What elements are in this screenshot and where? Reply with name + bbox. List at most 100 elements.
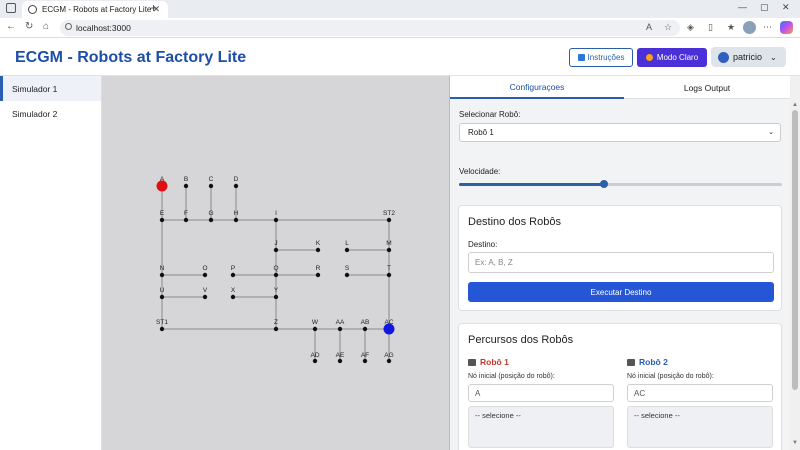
refresh-icon[interactable]: ↻ [25, 21, 33, 32]
scroll-up-icon[interactable]: ▲ [792, 102, 798, 108]
browser-tab[interactable]: ECGM - Robots at Factory Lite ✕ [22, 1, 168, 18]
home-icon[interactable]: ⌂ [43, 21, 49, 32]
routes-card-title: Percursos dos Robôs [468, 334, 574, 346]
new-tab-icon[interactable]: + [150, 1, 157, 15]
sidebar-item-label: Simulador 1 [12, 83, 58, 94]
slider-knob[interactable] [600, 180, 609, 188]
graph-node-ST2[interactable] [386, 217, 392, 223]
url-text: localhost:3000 [76, 23, 131, 33]
back-icon[interactable]: ← [6, 21, 16, 32]
graph-node-J[interactable] [273, 247, 279, 253]
graph-node-Y[interactable] [273, 294, 279, 300]
robot-1-route-select-placeholder: -- selecione -- [475, 411, 521, 420]
graph-node-V[interactable] [202, 294, 208, 300]
graph-node-U[interactable] [159, 294, 165, 300]
graph-node-B[interactable] [183, 183, 189, 189]
sidebar-item-simulador-1[interactable]: Simulador 1 [0, 76, 101, 101]
graph-node-label-M: M [386, 240, 391, 247]
graph-node-label-L: L [345, 240, 349, 247]
graph-node-label-Z: Z [274, 319, 278, 326]
graph-node-D[interactable] [233, 183, 239, 189]
instructions-button[interactable]: Instruções [569, 48, 633, 67]
graph-node-W[interactable] [312, 326, 318, 332]
graph-node-AD[interactable] [312, 358, 318, 364]
extensions-icon[interactable]: ◈ [687, 22, 694, 33]
favorites-icon[interactable]: ★ [727, 22, 735, 33]
graph-node-label-ST2: ST2 [383, 210, 395, 217]
simulator-canvas[interactable]: A B C D E F G H I ST2 J K L M N O P Q R S T U V X Y ST1 Z W AA AB AC AD… [102, 76, 450, 450]
split-screen-icon[interactable]: ▯ [708, 22, 713, 33]
graph-node-Z[interactable] [273, 326, 279, 332]
graph-node-label-B: B [184, 176, 188, 183]
robot-marker-1[interactable] [156, 180, 168, 192]
graph-node-label-AF: AF [361, 352, 369, 359]
graph-node-C[interactable] [208, 183, 214, 189]
panel-scrollbar[interactable]: ▲ ▼ [790, 76, 800, 450]
destination-input[interactable]: Ex: A, B, Z [468, 252, 774, 273]
book-icon [577, 54, 585, 61]
tab-configuracoes[interactable]: Configuraçoes [450, 76, 624, 99]
globe-icon [28, 5, 37, 14]
destination-input-placeholder: Ex: A, B, Z [475, 258, 513, 267]
config-panel: Configuraçoes Logs Output Selecionar Rob… [450, 76, 800, 450]
robot-select[interactable]: Robô 1 ⌄ [459, 123, 781, 142]
graph-node-K[interactable] [315, 247, 321, 253]
graph-node-AE[interactable] [337, 358, 343, 364]
more-options-icon[interactable]: ⋯ [763, 22, 772, 33]
maximize-icon[interactable]: ▢ [760, 2, 769, 13]
execute-destination-label: Executar Destino [590, 287, 652, 297]
read-aloud-icon[interactable]: A [646, 22, 652, 32]
scroll-down-icon[interactable]: ▼ [792, 440, 798, 446]
graph-node-AF[interactable] [362, 358, 368, 364]
favorite-star-icon[interactable]: ☆ [664, 22, 672, 33]
graph-node-label-I: I [275, 210, 277, 217]
graph-node-label-AB: AB [361, 319, 370, 326]
graph-node-AG[interactable] [386, 358, 392, 364]
robot-2-start-value: AC [634, 388, 646, 398]
user-name: patricio [733, 52, 763, 62]
scrollbar-thumb[interactable] [792, 110, 798, 390]
close-window-icon[interactable]: ✕ [782, 2, 790, 13]
graph-node-ST1[interactable] [159, 326, 165, 332]
robot-marker-2[interactable] [383, 323, 395, 335]
graph-node-T[interactable] [386, 272, 392, 278]
graph-node-AB[interactable] [362, 326, 368, 332]
speed-label: Velocidade: [459, 167, 501, 176]
profile-avatar-icon[interactable] [743, 21, 756, 34]
graph-node-I[interactable] [273, 217, 279, 223]
graph-node-G[interactable] [208, 217, 214, 223]
speed-slider[interactable] [459, 180, 782, 188]
graph-node-X[interactable] [230, 294, 236, 300]
sidebar-item-simulador-2[interactable]: Simulador 2 [0, 101, 101, 126]
tab-logs-output[interactable]: Logs Output [624, 76, 790, 99]
graph-node-label-R: R [316, 265, 321, 272]
graph-node-M[interactable] [386, 247, 392, 253]
robot-1-route-select[interactable]: -- selecione -- [468, 406, 614, 448]
execute-destination-button[interactable]: Executar Destino [468, 282, 774, 302]
graph-node-F[interactable] [183, 217, 189, 223]
graph-node-AA[interactable] [337, 326, 343, 332]
site-info-icon[interactable] [65, 23, 72, 30]
robot-2-route-select[interactable]: -- selecione -- [627, 406, 773, 448]
graph-node-E[interactable] [159, 217, 165, 223]
chevron-down-icon: ⌄ [768, 129, 774, 136]
graph-node-R[interactable] [315, 272, 321, 278]
tab-actions-icon[interactable] [6, 3, 16, 13]
graph-node-O[interactable] [202, 272, 208, 278]
graph-node-Q[interactable] [273, 272, 279, 278]
sidebar: Simulador 1 Simulador 2 [0, 76, 102, 450]
theme-mode-label: Modo Claro [656, 53, 699, 62]
graph-node-L[interactable] [344, 247, 350, 253]
graph-node-H[interactable] [233, 217, 239, 223]
url-field[interactable]: localhost:3000 [60, 20, 680, 36]
theme-mode-button[interactable]: Modo Claro [637, 48, 707, 67]
graph-node-P[interactable] [230, 272, 236, 278]
robot-2-start-input[interactable]: AC [627, 384, 773, 402]
graph-node-label-V: V [203, 287, 208, 294]
minimize-icon[interactable]: — [738, 2, 747, 12]
graph-node-S[interactable] [344, 272, 350, 278]
graph-node-N[interactable] [159, 272, 165, 278]
copilot-icon[interactable] [780, 21, 793, 34]
robot-1-start-input[interactable]: A [468, 384, 614, 402]
user-menu-button[interactable]: patricio ⌄ [711, 47, 786, 67]
